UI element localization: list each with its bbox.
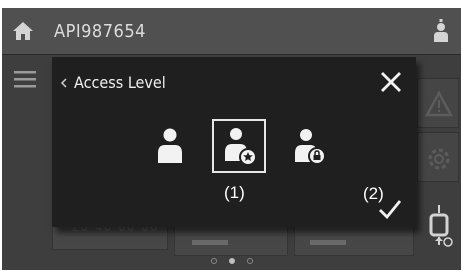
flow-icon[interactable] xyxy=(423,203,455,249)
device-screen: API987654 20 40 60 80 Access Level (1) (… xyxy=(2,8,461,270)
access-level-user-option[interactable] xyxy=(155,125,185,165)
status-bar: API987654 xyxy=(2,8,461,55)
callout-label-1: (1) xyxy=(224,183,245,202)
page-dot-active[interactable] xyxy=(228,258,235,264)
hamburger-menu-icon[interactable] xyxy=(14,70,36,88)
back-arrow-icon[interactable] xyxy=(60,78,68,88)
page-indicator xyxy=(2,258,461,268)
background-bar-2 xyxy=(192,240,228,245)
user-icon[interactable] xyxy=(433,19,449,43)
access-level-locked-option[interactable] xyxy=(293,125,327,165)
warning-slot[interactable] xyxy=(417,78,459,128)
home-icon[interactable] xyxy=(12,21,34,41)
user-star-icon xyxy=(225,128,257,166)
warning-icon xyxy=(424,90,454,117)
dialog-title: Access Level xyxy=(74,73,166,92)
checkmark-icon[interactable] xyxy=(378,199,402,219)
close-icon[interactable] xyxy=(380,71,402,93)
user-icon xyxy=(158,128,182,163)
access-level-dialog: Access Level (1) (2) xyxy=(52,57,416,227)
user-lock-icon xyxy=(295,129,326,165)
access-level-service-option[interactable] xyxy=(212,119,266,173)
page-dot[interactable] xyxy=(246,258,253,264)
device-name: API987654 xyxy=(54,21,146,42)
background-bar-3 xyxy=(310,240,346,245)
settings-slot[interactable] xyxy=(417,132,459,182)
right-rail xyxy=(415,68,461,268)
settings-gear-icon xyxy=(428,148,450,170)
page-dot[interactable] xyxy=(210,258,217,264)
